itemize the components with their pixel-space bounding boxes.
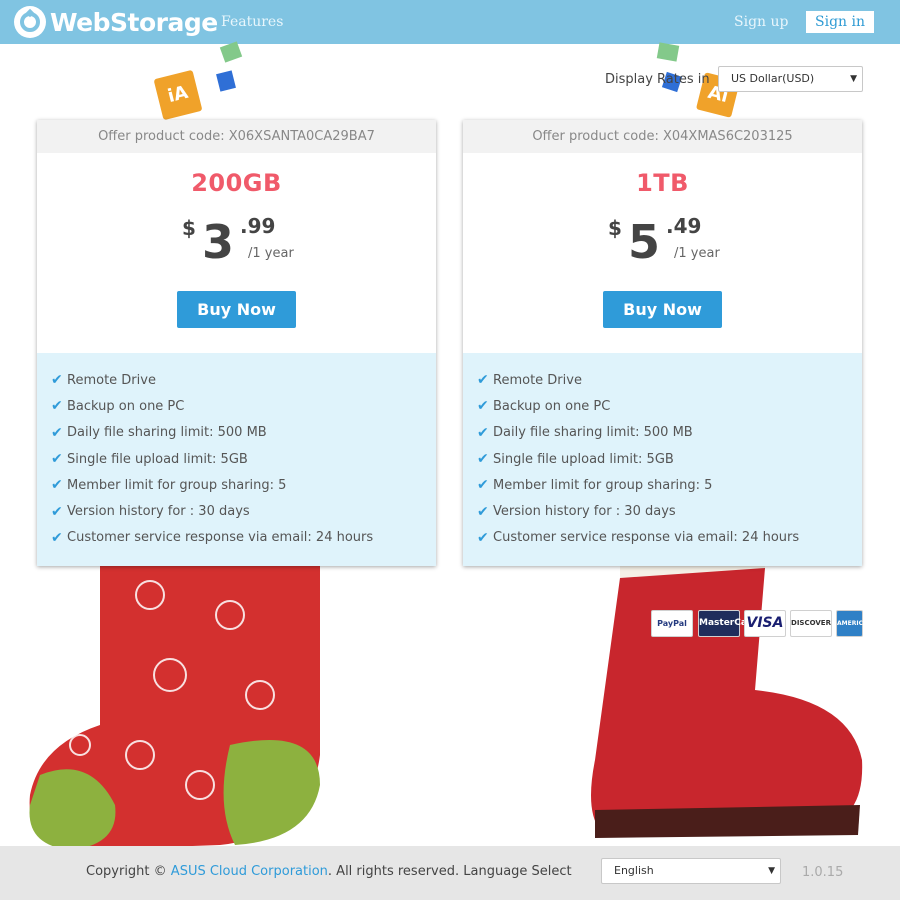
feature-label: Daily file sharing limit: 500 MB: [67, 425, 267, 441]
check-icon: ✔: [51, 503, 63, 520]
feature-item: ✔ Remote Drive: [37, 367, 436, 393]
plan-card-200gb: Offer product code: X06XSANTA0CA29BA7 20…: [37, 120, 436, 566]
sign-up-link[interactable]: Sign up: [734, 14, 788, 30]
check-icon: ✔: [51, 451, 63, 468]
decor-tag-blue-icon: [216, 70, 236, 92]
feature-label: Remote Drive: [493, 372, 582, 388]
language-select[interactable]: English ▼: [601, 858, 781, 884]
feature-item: ✔ Backup on one PC: [37, 393, 436, 419]
page-footer: Copyright © ASUS Cloud Corporation. All …: [0, 846, 900, 900]
check-icon: ✔: [477, 529, 489, 546]
display-rates-label: Display Rates in: [605, 72, 710, 87]
decor-ia-tag-icon: iA: [153, 69, 203, 121]
price-cents: .49: [666, 214, 702, 238]
nav-features-link[interactable]: Features: [221, 14, 283, 30]
feature-item: ✔ Daily file sharing limit: 500 MB: [463, 420, 862, 446]
feature-label: Customer service response via email: 24 …: [493, 530, 800, 546]
check-icon: ✔: [477, 451, 489, 468]
feature-label: Member limit for group sharing: 5: [493, 477, 713, 493]
santa-boot-illustration: [591, 560, 863, 838]
buy-now-button[interactable]: Buy Now: [177, 291, 296, 328]
feature-label: Single file upload limit: 5GB: [67, 451, 248, 467]
check-icon: ✔: [51, 477, 63, 494]
check-icon: ✔: [477, 372, 489, 389]
feature-item: ✔ Version history for : 30 days: [463, 498, 862, 524]
feature-label: Single file upload limit: 5GB: [493, 451, 674, 467]
price-cents: .99: [240, 214, 276, 238]
brand-name: WebStorage: [50, 7, 218, 37]
check-icon: ✔: [51, 529, 63, 546]
plan-card-1tb: Offer product code: X04XMAS6C203125 1TB …: [463, 120, 862, 566]
feature-label: Version history for : 30 days: [67, 504, 250, 520]
feature-item: ✔ Backup on one PC: [463, 393, 862, 419]
feature-item: ✔ Single file upload limit: 5GB: [463, 446, 862, 472]
feature-item: ✔ Daily file sharing limit: 500 MB: [37, 420, 436, 446]
check-icon: ✔: [51, 424, 63, 441]
feature-list: ✔ Remote Drive ✔ Backup on one PC ✔ Daily f…: [463, 353, 862, 566]
price-main: 3: [202, 215, 235, 269]
decor-tag-green-icon: [219, 41, 243, 63]
amex-logo-icon: AMERICAN EXPRESS: [836, 610, 873, 652]
check-icon: ✔: [477, 398, 489, 415]
feature-item: ✔ Member limit for group sharing: 5: [463, 472, 862, 498]
currency-select[interactable]: US Dollar(USD) ▼: [718, 66, 863, 92]
feature-label: Backup on one PC: [67, 398, 185, 414]
webstorage-logo-icon: [14, 6, 46, 38]
top-navigation-bar: WebStorage Features Sign up Sign in: [0, 0, 900, 44]
webstorage-logo[interactable]: WebStorage: [14, 6, 218, 38]
visa-logo-icon: VISA: [744, 610, 786, 637]
feature-item: ✔ Customer service response via email: 24…: [463, 525, 862, 551]
copyright-prefix: Copyright ©: [86, 864, 167, 879]
feature-item: ✔ Remote Drive: [463, 367, 862, 393]
offer-product-code: Offer product code: X04XMAS6C203125: [463, 120, 862, 153]
copyright-suffix: . All rights reserved. Language Select: [327, 864, 572, 879]
feature-label: Backup on one PC: [493, 398, 611, 414]
feature-label: Daily file sharing limit: 500 MB: [493, 425, 693, 441]
feature-label: Version history for : 30 days: [493, 504, 676, 520]
price-period: /1 year: [674, 246, 720, 261]
buy-now-button[interactable]: Buy Now: [603, 291, 722, 328]
feature-item: ✔ Version history for : 30 days: [37, 498, 436, 524]
check-icon: ✔: [477, 477, 489, 494]
language-select-value: English: [614, 864, 654, 877]
christmas-stocking-illustration: [29, 565, 320, 850]
check-icon: ✔: [477, 424, 489, 441]
plan-size: 200GB: [191, 169, 282, 197]
feature-item: ✔ Member limit for group sharing: 5: [37, 472, 436, 498]
mastercard-logo-icon: MasterCard: [698, 610, 758, 637]
feature-item: ✔ Single file upload limit: 5GB: [37, 446, 436, 472]
decor-tag-green-icon: [656, 42, 680, 62]
feature-item: ✔ Customer service response via email: 24…: [37, 525, 436, 551]
chevron-down-icon: ▼: [850, 74, 857, 84]
discover-logo-icon: DISCOVER: [790, 610, 832, 637]
feature-label: Customer service response via email: 24 …: [67, 530, 374, 546]
currency-symbol: $: [608, 216, 622, 240]
currency-symbol: $: [182, 216, 196, 240]
offer-product-code: Offer product code: X06XSANTA0CA29BA7: [37, 120, 436, 153]
company-link[interactable]: ASUS Cloud Corporation: [171, 864, 328, 879]
check-icon: ✔: [51, 398, 63, 415]
sign-in-button[interactable]: Sign in: [806, 11, 874, 33]
copyright-text: Copyright © ASUS Cloud Corporation. All …: [86, 864, 572, 879]
version-number: 1.0.15: [802, 865, 844, 880]
check-icon: ✔: [51, 372, 63, 389]
feature-label: Remote Drive: [67, 372, 156, 388]
price-period: /1 year: [248, 246, 294, 261]
check-icon: ✔: [477, 503, 489, 520]
feature-label: Member limit for group sharing: 5: [67, 477, 287, 493]
currency-select-value: US Dollar(USD): [731, 72, 815, 85]
price-main: 5: [628, 215, 661, 269]
plan-size: 1TB: [636, 169, 689, 197]
chevron-down-icon: ▼: [768, 866, 775, 876]
feature-list: ✔ Remote Drive ✔ Backup on one PC ✔ Daily f…: [37, 353, 436, 566]
paypal-logo-icon: PayPal: [651, 610, 693, 637]
